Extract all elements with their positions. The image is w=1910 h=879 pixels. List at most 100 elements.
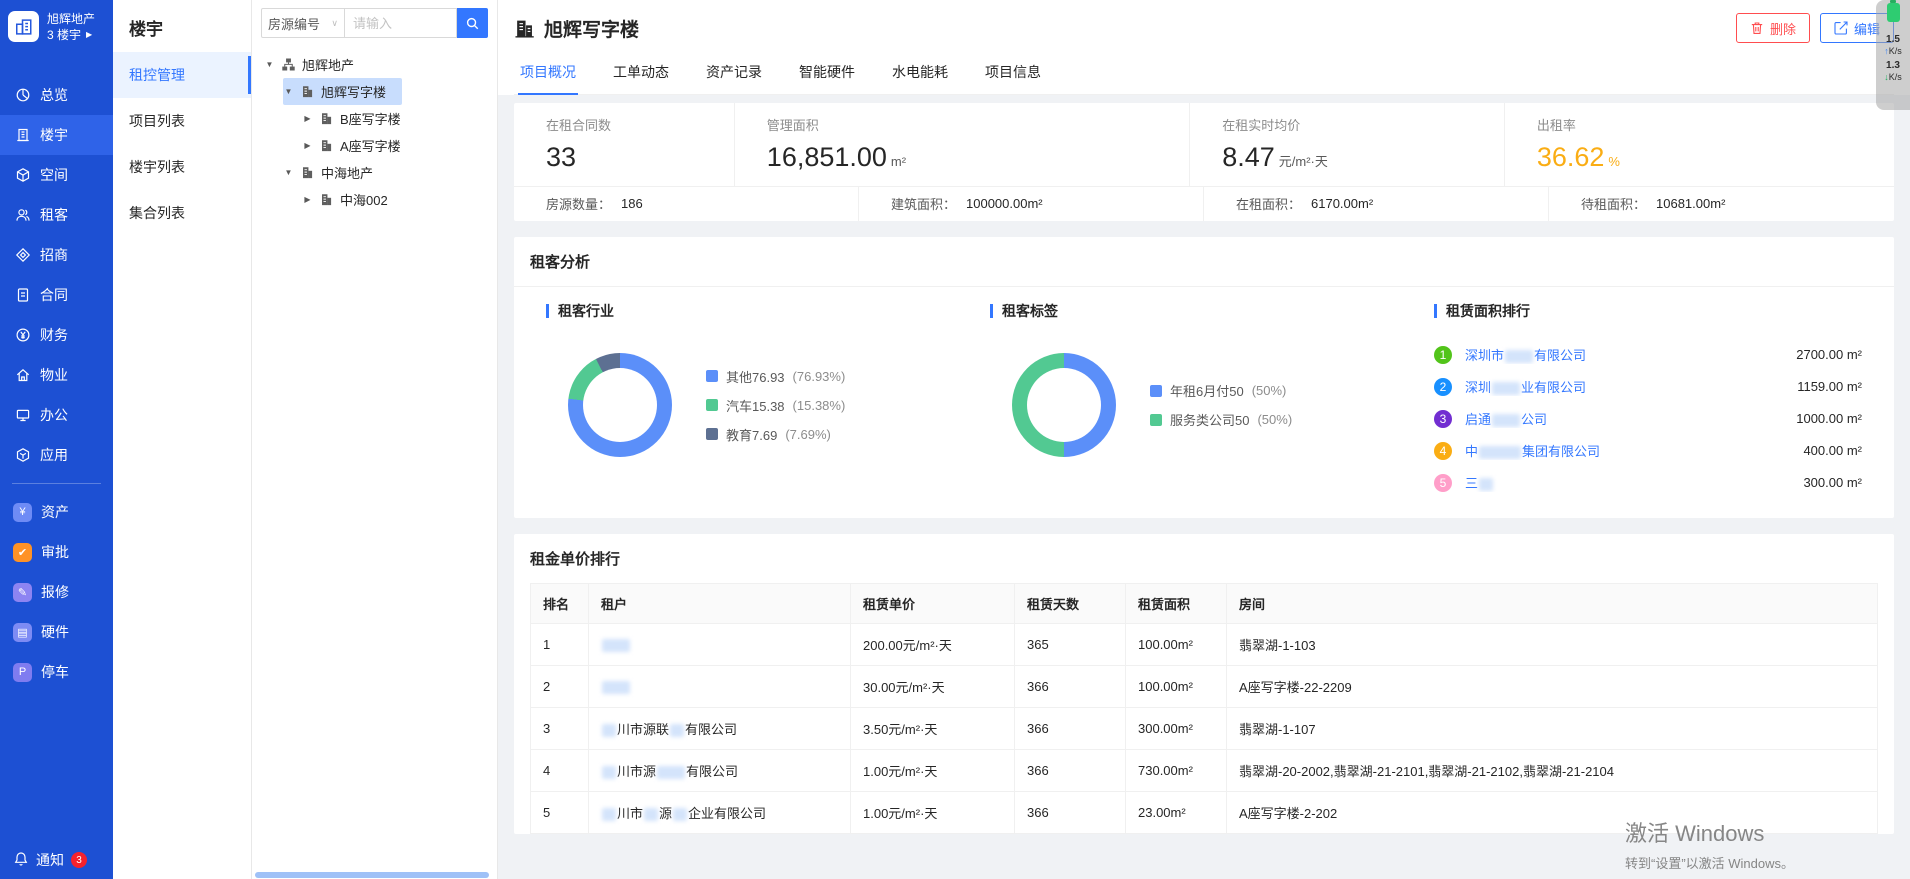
redacted-text [602,681,630,694]
tenant-cell[interactable] [589,666,851,708]
sidebar-item-label: 办公 [40,405,68,425]
tenant-cell[interactable]: 川市源联有限公司 [589,708,851,750]
sidebar-item-tenant[interactable]: 租客 [0,195,113,235]
sidebar-item-notifications[interactable]: 通知 3 [0,850,113,870]
area-cell: 23.00m² [1126,792,1227,834]
sidebar-item-parking[interactable]: P停车 [0,652,113,692]
column-header: 租赁天数 [1015,584,1126,624]
menu-item-project-list[interactable]: 项目列表 [113,98,251,144]
legend-label: 服务类公司50 [1170,410,1249,429]
sidebar-item-overview[interactable]: 总览 [0,75,113,115]
tab-info[interactable]: 项目信息 [983,53,1043,94]
price-cell: 30.00元/m²·天 [851,666,1015,708]
area-ranking-list: 1深圳市有限公司2700.00 m²2深圳业有限公司1159.00 m²3启通公… [1434,345,1878,492]
tree-node[interactable]: ▼旭辉地产 [264,51,370,78]
menu-item-collection-list[interactable]: 集合列表 [113,190,251,236]
tab-overview[interactable]: 项目概况 [518,53,578,94]
sidebar-item-finance[interactable]: 财务 [0,315,113,355]
tenant-tags-legend: 年租6月付50 (50%)服务类公司50 (50%) [1150,381,1292,429]
sidebar-item-office[interactable]: 办公 [0,395,113,435]
sidebar-item-label: 应用 [40,445,68,465]
search-field-select[interactable]: 房源编号 ∨ [261,8,345,38]
sidebar-item-apps[interactable]: 应用 [0,435,113,475]
price-cell: 1.00元/m²·天 [851,750,1015,792]
tree-node-label: 旭辉写字楼 [321,82,386,101]
notification-badge: 3 [71,852,87,868]
legend-label: 其他76.93 [726,367,785,386]
company-link[interactable]: 深圳业有限公司 [1465,377,1784,396]
sidebar-item-property[interactable]: 物业 [0,355,113,395]
caret-collapsed-icon[interactable]: ▶ [302,195,313,204]
redacted-text [644,808,658,821]
search-button[interactable] [457,8,488,38]
substat-在租面积: 在租面积：6170.00m² [1204,187,1549,221]
wrench-icon: ✎ [13,583,32,602]
caret-expanded-icon[interactable]: ▼ [283,168,294,177]
box-icon [15,447,31,463]
price-ranking-title: 租金单价排行 [514,534,1894,583]
days-cell: 366 [1015,792,1126,834]
area-cell: 730.00m² [1126,750,1227,792]
stat-value: 16,851.00m² [767,142,1189,173]
tree-node[interactable]: ▶ 中海002 [302,186,404,213]
sidebar-divider [12,483,101,484]
caret-expanded-icon[interactable]: ▼ [283,87,294,96]
table-row: 3川市源联有限公司3.50元/m²·天366300.00m²翡翠湖-1-107 [531,708,1878,750]
caret-collapsed-icon[interactable]: ▶ [302,141,313,150]
sidebar-item-approval[interactable]: ✔审批 [0,532,113,572]
tree-node-label: 中海002 [340,190,388,209]
delete-button[interactable]: 删除 [1736,13,1810,43]
area-cell: 300.00m² [1126,708,1227,750]
tree-node[interactable]: ▶B座写字楼 [302,105,417,132]
legend-percent: (76.93%) [793,369,846,384]
sidebar-item-invest[interactable]: 招商 [0,235,113,275]
sidebar-item-hardware[interactable]: ▤硬件 [0,612,113,652]
sidebar-item-contract[interactable]: 合同 [0,275,113,315]
sidebar-item-label: 硬件 [41,622,69,642]
main-content: 旭辉写字楼 删除 [498,0,1910,879]
horizontal-scrollbar[interactable] [255,872,489,878]
document-icon [15,287,31,303]
tree-node[interactable]: ▼ 旭辉写字楼 [283,78,402,105]
stat-value: 8.47元/m²·天 [1222,142,1504,173]
legend-item: 年租6月付50 (50%) [1150,381,1292,400]
legend-percent: (15.38%) [793,398,846,413]
company-link[interactable]: 三 [1465,473,1790,492]
tab-hardware[interactable]: 智能硬件 [797,53,857,94]
sidebar-item-label: 资产 [41,502,69,522]
legend-label: 教育7.69 [726,425,777,444]
sidebar-item-repair[interactable]: ✎报修 [0,572,113,612]
sidebar-item-asset[interactable]: ¥资产 [0,492,113,532]
tree-node-label: A座写字楼 [340,136,401,155]
menu-item-rent-control[interactable]: 租控管理 [113,52,251,98]
tab-assets[interactable]: 资产记录 [704,53,764,94]
tree-node[interactable]: ▼中海地产 [283,159,389,186]
tenant-analysis-title: 租客分析 [514,237,1894,287]
company-link[interactable]: 深圳市有限公司 [1465,345,1783,364]
tree-node[interactable]: ▶ A座写字楼 [302,132,417,159]
stat-管理面积: 管理面积16,851.00m² [735,103,1190,186]
sidebar-item-building[interactable]: 楼宇 [0,115,113,155]
menu-item-building-list[interactable]: 楼宇列表 [113,144,251,190]
workspace-switcher[interactable]: 旭辉地产 3 楼宇 ▶ [0,0,113,43]
stats-primary-row: 在租合同数33管理面积16,851.00m²在租实时均价8.47元/m²·天出租… [514,103,1894,187]
caret-expanded-icon[interactable]: ▼ [264,60,275,69]
company-link[interactable]: 中集团有限公司 [1465,441,1790,460]
net-speed-widget[interactable]: 1.5 ↑K/s 1.3 ↓K/s [1876,0,1910,110]
tenant-cell[interactable]: 川市源企业有限公司 [589,792,851,834]
tab-workorder[interactable]: 工单动态 [611,53,671,94]
caret-collapsed-icon[interactable]: ▶ [302,114,313,123]
tenant-cell[interactable]: 川市源有限公司 [589,750,851,792]
tenant-industry-legend: 其他76.93 (76.93%)汽车15.38 (15.38%)教育7.69 (… [706,367,845,444]
company-link[interactable]: 启通公司 [1465,409,1783,428]
org-icon [281,57,296,72]
windows-activation-watermark: 激活 Windows 转到“设置”以激活 Windows。 [1625,816,1794,872]
sidebar-item-space[interactable]: 空间 [0,155,113,195]
sidebar-item-label: 租客 [40,205,68,225]
building-tree: ▼旭辉地产▼旭辉写字楼▶B座写字楼▶A座写字楼▼中海地产▶中海002 [252,51,497,213]
tenant-cell[interactable] [589,624,851,666]
substat-建筑面积: 建筑面积：100000.00m² [859,187,1204,221]
price-ranking-card: 租金单价排行 排名租户租赁单价租赁天数租赁面积房间 1200.00元/m²·天3… [514,534,1894,834]
tab-energy[interactable]: 水电能耗 [890,53,950,94]
tree-search-input[interactable] [345,8,457,38]
